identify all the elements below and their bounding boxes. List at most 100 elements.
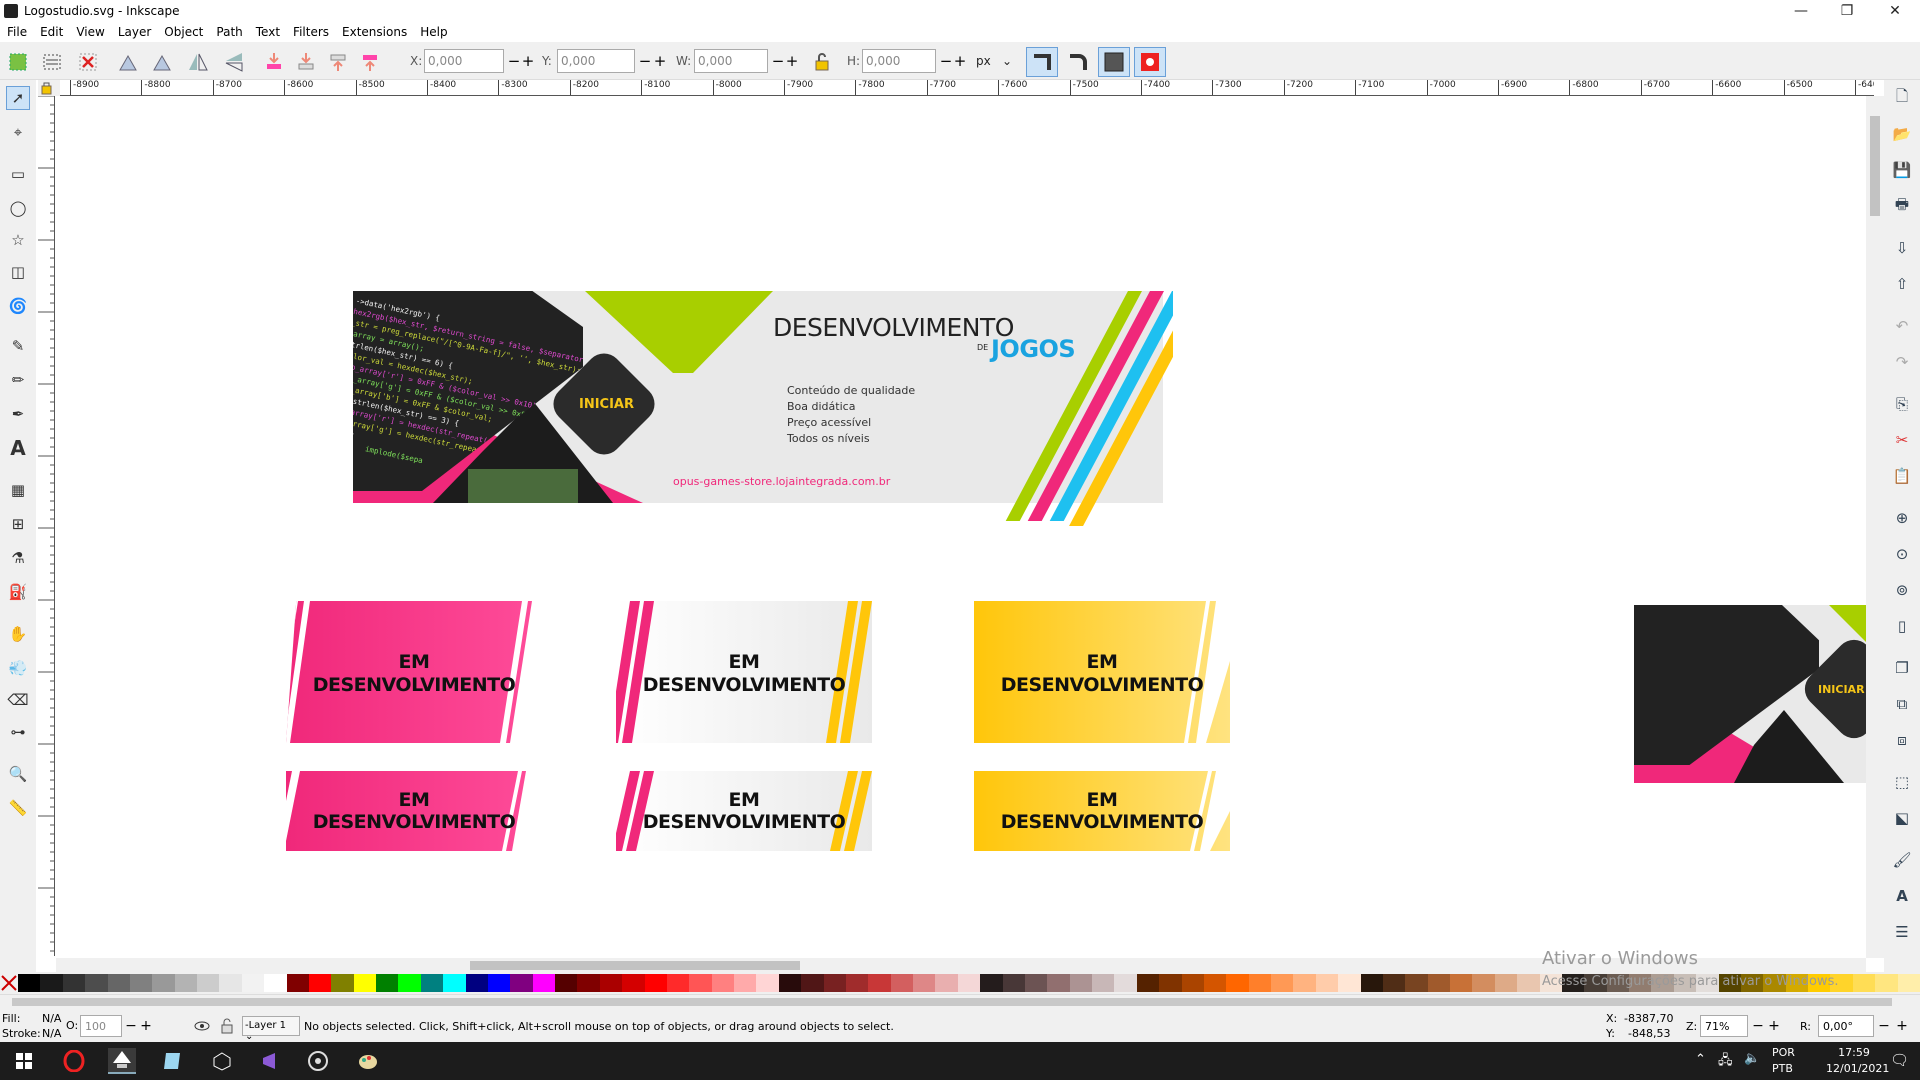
color-swatch[interactable]: [152, 974, 175, 992]
menu-file[interactable]: File: [0, 22, 33, 39]
opacity-increment-button[interactable]: +: [138, 1014, 154, 1038]
x-increment-button[interactable]: +: [520, 49, 536, 73]
color-swatch[interactable]: [1203, 974, 1227, 992]
text-tool-icon[interactable]: A: [6, 436, 30, 460]
color-swatch[interactable]: [398, 974, 421, 992]
notepad-icon[interactable]: [158, 1048, 186, 1074]
color-swatch[interactable]: [219, 974, 242, 992]
menu-layer[interactable]: Layer: [111, 22, 157, 39]
y-decrement-button[interactable]: −: [637, 49, 653, 73]
color-swatch[interactable]: [1024, 974, 1048, 992]
rotate-cw-icon[interactable]: [150, 50, 174, 74]
color-swatch[interactable]: [868, 974, 891, 992]
color-swatch[interactable]: [107, 974, 130, 992]
open-document-icon[interactable]: 📂: [1890, 122, 1914, 146]
color-swatch[interactable]: [980, 974, 1003, 992]
y-field[interactable]: 0,000: [557, 49, 635, 73]
measure-tool-icon[interactable]: 📏: [6, 796, 30, 820]
color-swatch[interactable]: [241, 974, 265, 992]
gradient-tool-icon[interactable]: ▦: [6, 478, 30, 502]
menu-extensions[interactable]: Extensions: [335, 22, 413, 39]
color-swatch[interactable]: [1472, 974, 1495, 992]
color-swatch[interactable]: [689, 974, 712, 992]
color-swatch[interactable]: [845, 974, 869, 992]
scale-corners-toggle[interactable]: [1062, 47, 1094, 77]
keyboard-layout-indicator[interactable]: PTB: [1772, 1062, 1793, 1075]
zoom-field[interactable]: 71%: [1700, 1015, 1748, 1037]
flip-vertical-icon[interactable]: [222, 50, 246, 74]
color-swatch[interactable]: [1360, 974, 1383, 992]
scale-stroke-toggle[interactable]: [1026, 47, 1058, 77]
color-swatch[interactable]: [1181, 974, 1204, 992]
color-swatch[interactable]: [957, 974, 981, 992]
color-swatch[interactable]: [18, 974, 41, 992]
close-button[interactable]: ✕: [1872, 0, 1918, 22]
color-swatch[interactable]: [1315, 974, 1339, 992]
clock-date[interactable]: 12/01/2021: [1826, 1062, 1889, 1075]
eraser-tool-icon[interactable]: ⌫: [6, 688, 30, 712]
color-swatch[interactable]: [890, 974, 913, 992]
color-swatch[interactable]: [599, 974, 623, 992]
w-field[interactable]: 0,000: [694, 49, 768, 73]
color-swatch[interactable]: [644, 974, 667, 992]
color-swatch[interactable]: [129, 974, 153, 992]
drawing-canvas[interactable]: ->data('hex2rgb') { hex2rgb($hex_str, $r…: [56, 96, 1866, 956]
color-swatch[interactable]: [823, 974, 846, 992]
show-hidden-icons-icon[interactable]: ⌃: [1695, 1052, 1706, 1067]
vertical-scrollbar[interactable]: [1866, 96, 1884, 958]
fill-stroke-icon[interactable]: 🖌: [1890, 848, 1914, 872]
opacity-decrement-button[interactable]: −: [123, 1014, 139, 1038]
tweak-tool-icon[interactable]: ✋: [6, 622, 30, 646]
yellow-card-large[interactable]: EM DESENVOLVIMENTO: [974, 601, 1230, 743]
zoom-width-icon[interactable]: ▯: [1890, 614, 1914, 638]
undo-icon[interactable]: ↶: [1890, 314, 1914, 338]
menu-text[interactable]: Text: [249, 22, 286, 39]
opacity-field[interactable]: 100: [80, 1015, 122, 1037]
color-swatch[interactable]: [510, 974, 533, 992]
color-swatch[interactable]: [1517, 974, 1540, 992]
x-field[interactable]: 0,000: [424, 49, 504, 73]
cut-icon[interactable]: ✂: [1890, 428, 1914, 452]
color-swatch[interactable]: [1248, 974, 1271, 992]
color-swatch[interactable]: [1271, 974, 1294, 992]
color-swatch[interactable]: [174, 974, 197, 992]
restore-button[interactable]: ❐: [1824, 0, 1870, 22]
lower-to-bottom-icon[interactable]: [262, 50, 286, 74]
color-swatch[interactable]: [197, 974, 220, 992]
color-swatch[interactable]: [1494, 974, 1518, 992]
ellipse-tool-icon[interactable]: ◯: [6, 196, 30, 220]
palette-scrollbar[interactable]: [0, 994, 1920, 1010]
color-swatch[interactable]: [40, 974, 63, 992]
selector-tool-icon[interactable]: ➚: [6, 86, 30, 110]
eye-icon[interactable]: [193, 1017, 211, 1035]
paste-icon[interactable]: 📋: [1890, 464, 1914, 488]
w-increment-button[interactable]: +: [784, 49, 800, 73]
color-swatch[interactable]: [1226, 974, 1249, 992]
import-icon[interactable]: ⇩: [1890, 236, 1914, 260]
color-swatch[interactable]: [577, 974, 600, 992]
paint-bucket-tool-icon[interactable]: ⛽: [6, 580, 30, 604]
layer-lock-icon[interactable]: [218, 1017, 236, 1035]
menu-object[interactable]: Object: [157, 22, 209, 39]
color-swatch[interactable]: [353, 974, 376, 992]
text-font-icon[interactable]: A: [1890, 884, 1914, 908]
calligraphy-tool-icon[interactable]: ✒: [6, 402, 30, 426]
color-swatch[interactable]: [666, 974, 690, 992]
color-swatch[interactable]: [264, 974, 287, 992]
lower-icon[interactable]: [294, 50, 318, 74]
layer-select[interactable]: -Layer 1 ⌄: [242, 1016, 300, 1042]
paint-icon[interactable]: [354, 1048, 382, 1074]
select-all-layers-icon[interactable]: [40, 50, 64, 74]
mesh-tool-icon[interactable]: ⊞: [6, 512, 30, 536]
unity-icon[interactable]: [208, 1048, 236, 1074]
print-icon[interactable]: 🖶: [1890, 194, 1914, 218]
h-field[interactable]: 0,000: [862, 49, 936, 73]
color-swatch[interactable]: [331, 974, 354, 992]
3d-box-tool-icon[interactable]: ◫: [6, 260, 30, 284]
menu-edit[interactable]: Edit: [33, 22, 69, 39]
group-icon[interactable]: ⬚: [1890, 770, 1914, 794]
yellow-card-small[interactable]: EM DESENVOLVIMENTO: [974, 771, 1230, 851]
opera-browser-icon[interactable]: [60, 1048, 88, 1074]
color-swatch[interactable]: [443, 974, 466, 992]
raise-to-top-icon[interactable]: [358, 50, 382, 74]
